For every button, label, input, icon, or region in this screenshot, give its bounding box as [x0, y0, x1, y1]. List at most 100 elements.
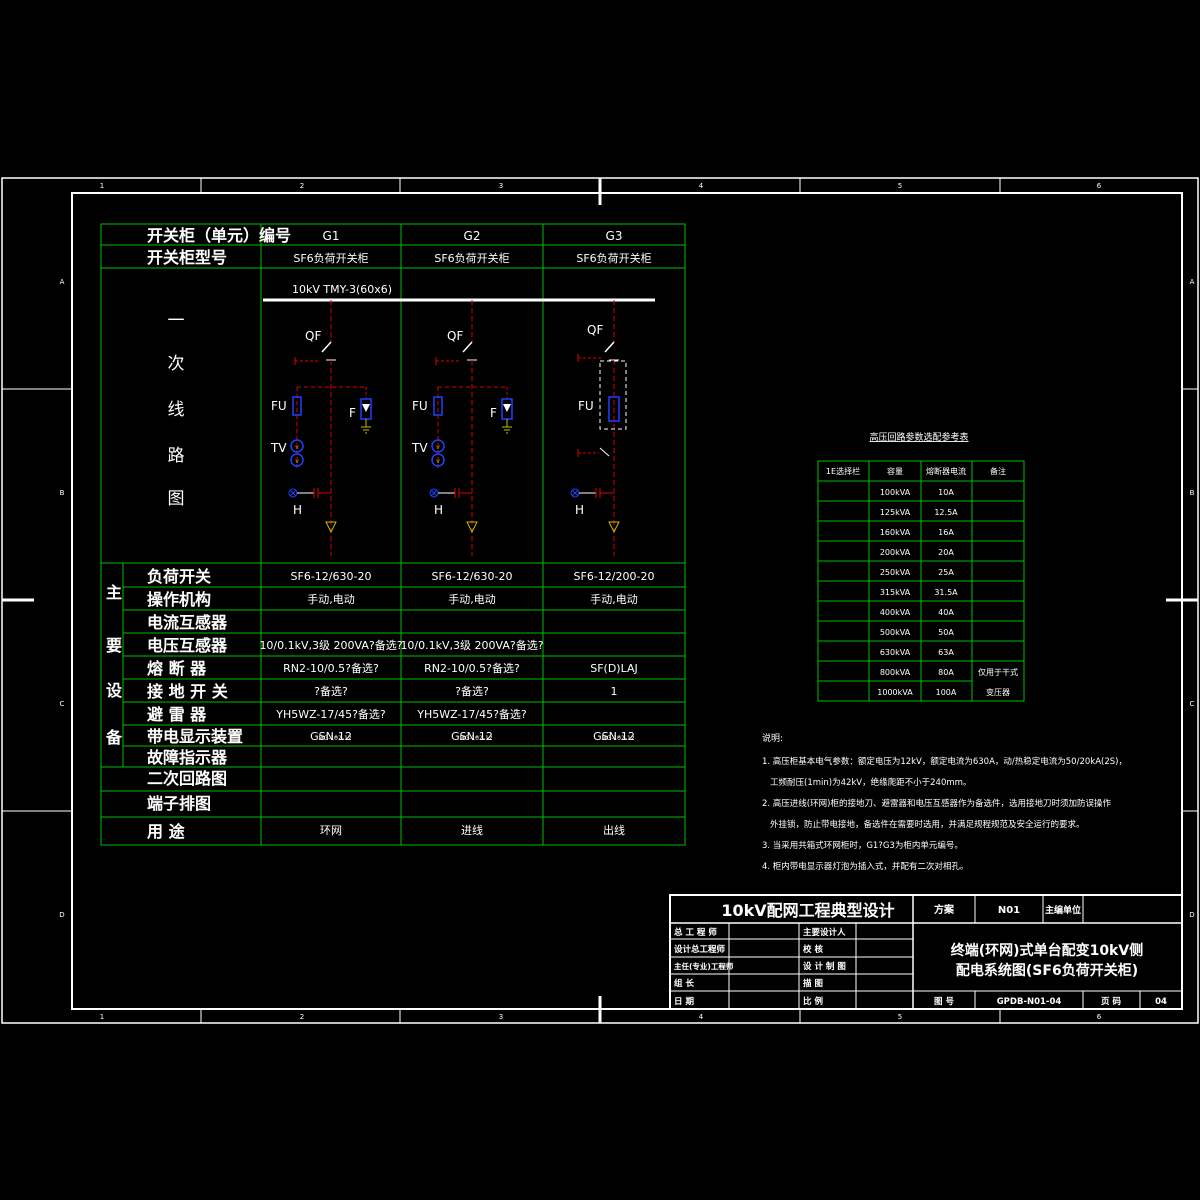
equip-value-5-2: 1	[611, 685, 618, 698]
zone-row-right-b: B	[1190, 489, 1195, 497]
zone-row-right-d: D	[1189, 911, 1194, 919]
zone-row-right-c: C	[1190, 700, 1195, 708]
role-right-4: 描 图	[803, 978, 823, 989]
cabinet-g1-circuit: QF FU v v TV F H	[270, 300, 372, 556]
ref-table-title: 高压回路参数选配参考表	[869, 431, 968, 443]
ref-fuse-1: 12.5A	[934, 508, 958, 517]
ref-capacity-7: 500kVA	[880, 628, 911, 637]
zone-col-bottom-6: 6	[1097, 1013, 1102, 1021]
equip-label-1: 操作机构	[147, 590, 211, 609]
note-line-4: 外挂锁，防止带电接地，备选件在需要时选用，并满足规程规范及安全运行的要求。	[770, 819, 1085, 830]
equip-value-4-0: RN2-10/0.5?备选?	[283, 661, 379, 675]
g3-label-qf: QF	[587, 323, 603, 337]
equip-label-2: 电流互感器	[147, 613, 228, 632]
primary-label-5: 图	[168, 489, 185, 509]
role-left-5: 日 期	[674, 996, 694, 1007]
row-label-cabinet-id: 开关柜（单元）编号	[147, 226, 291, 245]
equip-value-6-0: YH5WZ-17/45?备选?	[275, 707, 386, 721]
ref-capacity-10: 1000kVA	[877, 688, 913, 697]
g1-load-switch	[321, 341, 332, 353]
svg-text:v: v	[295, 444, 299, 451]
cabinet-g2-circuit: QF FU v v TV F H	[411, 300, 513, 556]
zone-col-bottom-2: 2	[300, 1013, 304, 1021]
ref-fuse-5: 31.5A	[934, 588, 958, 597]
ref-header-3: 备注	[990, 466, 1006, 476]
note-line-5: 3. 当采用共箱式环网柜时，G1?G3为柜内单元编号。	[762, 840, 963, 851]
equip-value-1-0: 手动,电动	[307, 592, 355, 606]
zone-col-top-5: 5	[898, 182, 902, 190]
ref-header-1: 容量	[887, 466, 903, 476]
ref-capacity-1: 125kVA	[880, 508, 911, 517]
drawing-no: GPDB-N01-04	[997, 997, 1062, 1007]
primary-circuit-diagram: 10kV TMY-3(60x6) QF FU v v TV F H QF FU …	[263, 283, 655, 556]
notes: 说明: 1. 高压柜基本电气参数：额定电压为12kV，额定电流为630A，动/热…	[762, 732, 1127, 872]
col-model-g3: SF6负荷开关柜	[576, 251, 651, 265]
drawing-title-2: 配电系统图(SF6负荷开关柜)	[956, 962, 1138, 979]
group-label-2: 要	[106, 636, 122, 655]
scheme-label: 方案	[934, 903, 955, 916]
svg-text:v: v	[295, 458, 299, 465]
role-right-5: 比 例	[803, 996, 823, 1007]
primary-label-3: 线	[168, 400, 185, 420]
drawing-no-label: 图 号	[934, 997, 954, 1007]
bottom-value-2-2: 出线	[603, 823, 625, 837]
equip-label-5: 接 地 开 关	[147, 682, 228, 701]
equip-value-0-2: SF6-12/200-20	[574, 570, 655, 583]
role-right-3: 设 计 制 图	[803, 961, 846, 972]
title-block: 10kV配网工程典型设计 方案 N01 主编单位 总 工 程 师 设计总工程师 …	[669, 894, 1183, 1010]
notes-heading: 说明:	[762, 732, 783, 744]
role-left-3: 主任(专业)工程师	[674, 961, 734, 971]
bottom-value-2-0: 环网	[320, 824, 342, 837]
zone-col-top-2: 2	[300, 182, 304, 190]
gsn-suffix-2: MG-102-12	[601, 735, 634, 742]
ref-fuse-2: 16A	[938, 528, 954, 537]
role-left-1: 总 工 程 师	[674, 927, 717, 938]
equip-value-5-0: ?备选?	[314, 684, 348, 698]
equip-label-7: 带电显示装置	[147, 727, 243, 746]
g3-interlock-box	[599, 360, 627, 430]
ref-capacity-2: 160kVA	[880, 528, 911, 537]
col-id-g1: G1	[323, 229, 340, 243]
zone-col-top-4: 4	[699, 182, 704, 190]
equip-value-4-1: RN2-10/0.5?备选?	[424, 661, 520, 675]
g1-label-fu: FU	[271, 399, 287, 413]
svg-text:v: v	[436, 444, 440, 451]
g2-fuse	[433, 396, 443, 416]
g3-label-h: H	[575, 503, 584, 517]
bottom-label-2: 用 途	[147, 822, 186, 841]
cabinet-g3-circuit: QF FU H	[570, 300, 627, 556]
equip-value-5-1: ?备选?	[455, 684, 489, 698]
equip-value-4-2: SF(D)LAJ	[590, 662, 638, 675]
bottom-label-0: 二次回路图	[147, 769, 227, 788]
gsn-suffix-0: MG-102-12	[318, 735, 351, 742]
role-right-1: 主要设计人	[803, 927, 846, 938]
g2-label-fu: FU	[412, 399, 428, 413]
page-no: 04	[1155, 997, 1167, 1007]
g2-label-h: H	[434, 503, 443, 517]
equip-value-0-0: SF6-12/630-20	[291, 570, 372, 583]
page-label: 页 码	[1101, 997, 1121, 1007]
role-right-2: 校 核	[803, 944, 823, 955]
ref-fuse-7: 50A	[938, 628, 954, 637]
primary-label-2: 次	[168, 354, 185, 374]
zone-col-bottom-1: 1	[100, 1013, 104, 1021]
busbar-label: 10kV TMY-3(60x6)	[292, 283, 392, 296]
ref-header-0: 1E选择栏	[826, 466, 860, 476]
zone-col-top-6: 6	[1097, 182, 1102, 190]
group-label-3: 设	[106, 681, 123, 700]
zone-row-left-d: D	[59, 911, 64, 919]
zone-col-top-1: 1	[100, 182, 104, 190]
g3-label-fu: FU	[578, 399, 594, 413]
note-line-6: 4. 柜内带电显示器灯泡为插入式，并配有二次对相孔。	[762, 861, 968, 872]
ref-capacity-0: 100kVA	[880, 488, 911, 497]
ref-fuse-8: 63A	[938, 648, 954, 657]
zone-row-left-c: C	[60, 700, 65, 708]
zone-col-top-3: 3	[499, 182, 503, 190]
ref-note-9: 仅用于干式	[978, 667, 1018, 677]
equip-label-0: 负荷开关	[147, 567, 211, 586]
bottom-label-1: 端子排图	[147, 794, 211, 813]
g1-label-tv: TV	[270, 441, 287, 455]
col-id-g3: G3	[606, 229, 623, 243]
col-model-g2: SF6负荷开关柜	[434, 251, 509, 265]
ref-header-2: 熔断器电流	[926, 466, 966, 476]
